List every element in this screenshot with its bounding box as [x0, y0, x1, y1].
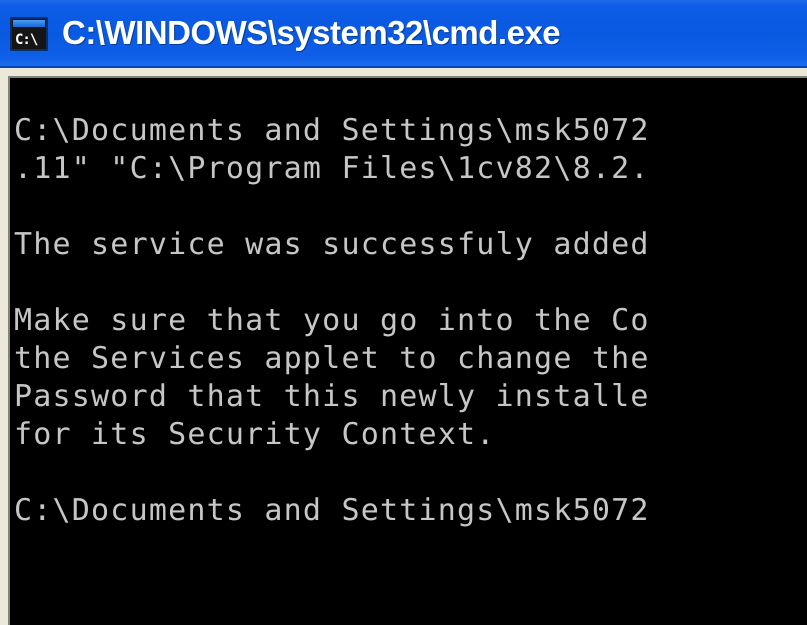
console-output[interactable]: C:\Documents and Settings\msk5072.11" "C…: [12, 80, 807, 625]
window-frame: C:\Documents and Settings\msk5072.11" "C…: [0, 68, 807, 625]
cmd-window: C:\ C:\WINDOWS\system32\cmd.exe C:\Docum…: [0, 0, 807, 625]
console-line: Make sure that you go into the Co: [14, 303, 650, 338]
console-line: The service was successfuly added: [14, 227, 650, 262]
console-line: Password that this newly installe: [14, 379, 650, 414]
console-line: C:\Documents and Settings\msk5072: [14, 113, 650, 148]
console-line: for its Security Context.: [14, 417, 496, 452]
icon-caption-strip: [13, 20, 45, 27]
window-title: C:\WINDOWS\system32\cmd.exe: [62, 14, 561, 51]
cmd-console-icon[interactable]: C:\: [10, 17, 48, 51]
icon-prompt-glyph: C:\: [15, 32, 38, 48]
client-area-bevel: C:\Documents and Settings\msk5072.11" "C…: [8, 76, 807, 625]
console-line: C:\Documents and Settings\msk5072: [14, 493, 650, 528]
console-line: the Services applet to change the: [14, 341, 650, 376]
console-line: .11" "C:\Program Files\1cv82\8.2.: [14, 151, 650, 186]
window-titlebar[interactable]: C:\ C:\WINDOWS\system32\cmd.exe: [0, 0, 807, 68]
